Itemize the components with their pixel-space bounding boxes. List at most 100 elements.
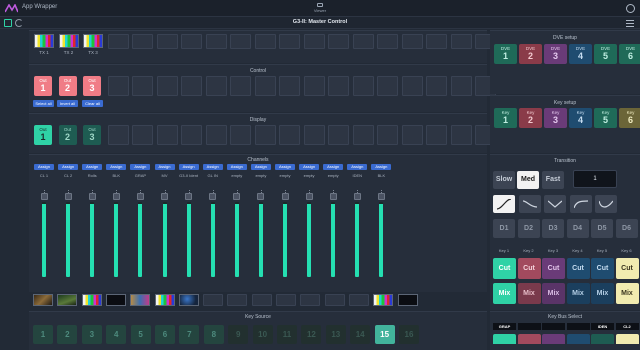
control-out-button[interactable]: Out 3 <box>83 76 101 96</box>
assign-button[interactable]: Assign <box>275 164 295 170</box>
source-slot[interactable] <box>254 34 276 49</box>
key-cut-button[interactable]: Cut <box>566 258 590 279</box>
source-slot[interactable] <box>132 34 153 49</box>
channel-fader[interactable] <box>114 202 119 277</box>
control-slot[interactable] <box>328 76 349 96</box>
fader-knob[interactable] <box>353 193 361 200</box>
channel-fader[interactable] <box>307 202 312 277</box>
speed-fast-button[interactable]: Fast <box>542 171 564 189</box>
key-cut-button[interactable]: Cut <box>591 258 614 279</box>
keysource-button[interactable]: 3 <box>81 325 102 344</box>
keysource-button[interactable]: 2 <box>57 325 78 344</box>
keysource-button[interactable]: 14 <box>350 325 371 344</box>
keysource-button[interactable]: 4 <box>106 325 127 344</box>
control-slot[interactable] <box>352 76 374 96</box>
source-slot[interactable] <box>156 34 178 49</box>
transition-rate-field[interactable]: 1 <box>573 170 617 188</box>
user-icon[interactable] <box>626 4 635 13</box>
key-mix-button[interactable]: Mix <box>493 283 516 304</box>
key-cut-button[interactable]: Cut <box>517 258 541 279</box>
key-setup-button[interactable]: Key 4 <box>569 108 592 128</box>
control-slot[interactable] <box>450 76 472 96</box>
d-button[interactable]: D6 <box>615 219 638 238</box>
dve-button[interactable]: DVE 3 <box>544 44 567 64</box>
keybus-button[interactable] <box>591 334 614 344</box>
key-setup-button[interactable]: Key 1 <box>494 108 517 128</box>
channel-fader[interactable] <box>258 202 263 277</box>
control-slot[interactable] <box>254 76 276 96</box>
assign-button[interactable]: Assign <box>250 164 271 170</box>
display-slot[interactable] <box>426 125 447 145</box>
keybus-button[interactable] <box>542 334 565 344</box>
dve-button[interactable]: DVE 5 <box>594 44 617 64</box>
key-setup-button[interactable]: Key 2 <box>519 108 542 128</box>
display-slot[interactable] <box>303 125 325 145</box>
display-out-button[interactable]: Out 2 <box>58 125 77 145</box>
assign-button[interactable]: Assign <box>299 164 320 170</box>
assign-button[interactable]: Assign <box>202 164 223 170</box>
fader-knob[interactable] <box>136 193 144 200</box>
clear-all-button[interactable]: Clear all <box>82 100 103 107</box>
viewer-button[interactable]: Viewer <box>300 3 340 13</box>
channel-fader[interactable] <box>138 202 143 277</box>
keysource-button[interactable]: 1 <box>33 325 53 344</box>
keybus-button[interactable] <box>493 334 516 344</box>
fader-knob[interactable] <box>257 193 265 200</box>
display-out-button[interactable]: Out 1 <box>34 125 52 145</box>
control-slot[interactable] <box>205 76 227 96</box>
source-thumb[interactable] <box>83 34 103 48</box>
display-slot[interactable] <box>401 125 423 145</box>
transition-curve-button[interactable] <box>595 195 617 213</box>
refresh-icon[interactable] <box>15 19 23 27</box>
source-slot[interactable] <box>230 34 251 49</box>
control-slot[interactable] <box>156 76 178 96</box>
channel-fader[interactable] <box>162 202 167 277</box>
source-slot[interactable] <box>377 34 398 49</box>
assign-button[interactable]: Assign <box>371 164 392 170</box>
key-mix-button[interactable]: Mix <box>591 283 614 304</box>
fader-knob[interactable] <box>209 193 217 200</box>
transition-curve-button[interactable] <box>544 195 566 213</box>
fader-knob[interactable] <box>329 193 337 200</box>
assign-button[interactable]: Assign <box>323 164 344 170</box>
display-out-button[interactable]: Out 3 <box>83 125 101 145</box>
fader-knob[interactable] <box>112 193 120 200</box>
dve-button[interactable]: DVE 4 <box>569 44 592 64</box>
assign-button[interactable]: Assign <box>34 164 54 170</box>
speed-slow-button[interactable]: Slow <box>493 171 515 189</box>
transition-curve-button[interactable] <box>518 195 541 213</box>
dve-button[interactable]: DVE 1 <box>494 44 517 64</box>
keysource-button[interactable]: 5 <box>130 325 151 344</box>
scope-icon[interactable] <box>4 19 12 27</box>
assign-button[interactable]: Assign <box>347 164 368 170</box>
select-all-button[interactable]: Select all <box>33 100 54 107</box>
key-cut-button[interactable]: Cut <box>493 258 516 279</box>
key-setup-button[interactable]: Key 6 <box>619 108 640 128</box>
control-slot[interactable] <box>181 76 202 96</box>
keysource-button[interactable]: 15 <box>374 325 395 344</box>
control-slot[interactable] <box>426 76 447 96</box>
display-slot[interactable] <box>377 125 398 145</box>
channel-fader[interactable] <box>66 202 71 277</box>
display-slot[interactable] <box>328 125 349 145</box>
transition-curve-button[interactable] <box>493 195 515 213</box>
display-slot[interactable] <box>352 125 374 145</box>
fader-knob[interactable] <box>88 193 96 200</box>
keysource-button[interactable]: 6 <box>155 325 175 344</box>
source-slot[interactable] <box>328 34 349 49</box>
keysource-button[interactable]: 16 <box>399 325 419 344</box>
keysource-button[interactable]: 10 <box>252 325 273 344</box>
source-thumb[interactable] <box>34 34 54 48</box>
d-button[interactable]: D1 <box>493 219 515 238</box>
assign-button[interactable]: Assign <box>106 164 127 170</box>
display-slot[interactable] <box>156 125 178 145</box>
source-slot[interactable] <box>426 34 447 49</box>
key-cut-button[interactable]: Cut <box>542 258 565 279</box>
display-slot[interactable] <box>230 125 251 145</box>
keysource-button[interactable]: 7 <box>179 325 200 344</box>
menu-icon[interactable] <box>626 20 634 27</box>
key-mix-button[interactable]: Mix <box>517 283 541 304</box>
channel-fader[interactable] <box>355 202 360 277</box>
channel-fader[interactable] <box>210 202 215 277</box>
assign-button[interactable]: Assign <box>130 164 151 170</box>
